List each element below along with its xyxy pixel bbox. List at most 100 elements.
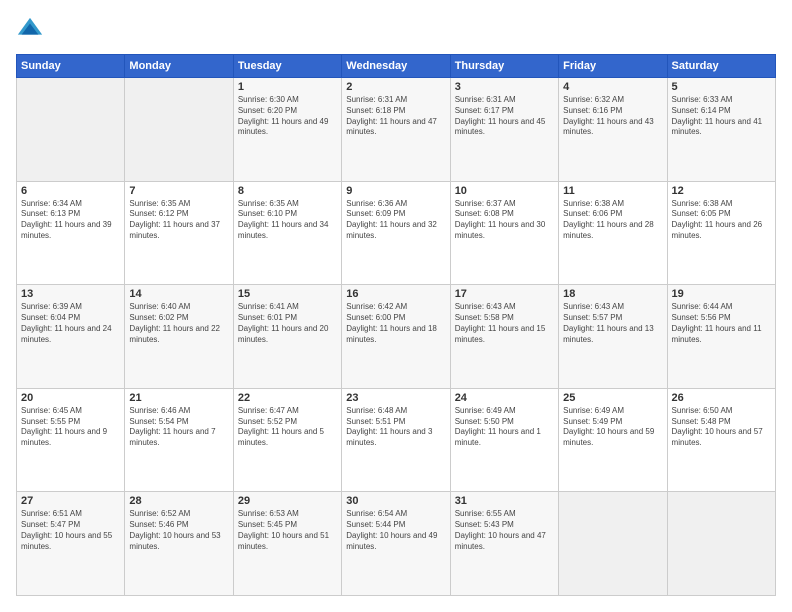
day-number: 12 [672,185,771,197]
calendar-cell: 9 Sunrise: 6:36 AM Sunset: 6:09 PM Daylig… [342,181,450,285]
day-info: Sunrise: 6:44 AM Sunset: 5:56 PM Dayligh… [672,302,771,345]
calendar-cell: 19 Sunrise: 6:44 AM Sunset: 5:56 PM Dayli… [667,285,775,389]
day-info: Sunrise: 6:35 AM Sunset: 6:10 PM Dayligh… [238,199,337,242]
calendar-cell: 22 Sunrise: 6:47 AM Sunset: 5:52 PM Dayli… [233,388,341,492]
calendar-cell [559,492,667,596]
day-info: Sunrise: 6:37 AM Sunset: 6:08 PM Dayligh… [455,199,554,242]
day-number: 2 [346,81,445,93]
calendar-cell: 14Sunrise: 6:40 AM Sunset: 6:02 PM Dayli… [125,285,233,389]
calendar-cell: 23 Sunrise: 6:48 AM Sunset: 5:51 PM Dayli… [342,388,450,492]
calendar-table: SundayMondayTuesdayWednesdayThursdayFrid… [16,54,776,596]
day-number: 15 [238,288,337,300]
header [16,16,776,44]
day-info: Sunrise: 6:39 AM Sunset: 6:04 PM Dayligh… [21,302,120,345]
day-info: Sunrise: 6:38 AM Sunset: 6:05 PM Dayligh… [672,199,771,242]
calendar-week-4: 20 Sunrise: 6:45 AM Sunset: 5:55 PM Dayli… [17,388,776,492]
calendar-cell: 16 Sunrise: 6:42 AM Sunset: 6:00 PM Dayli… [342,285,450,389]
calendar-cell [667,492,775,596]
day-info: Sunrise: 6:51 AM Sunset: 5:47 PM Dayligh… [21,509,120,552]
day-number: 16 [346,288,445,300]
day-info: Sunrise: 6:36 AM Sunset: 6:09 PM Dayligh… [346,199,445,242]
calendar-cell: 24 Sunrise: 6:49 AM Sunset: 5:50 PM Dayli… [450,388,558,492]
calendar-cell: 21Sunrise: 6:46 AM Sunset: 5:54 PM Dayli… [125,388,233,492]
calendar-cell: 20 Sunrise: 6:45 AM Sunset: 5:55 PM Dayli… [17,388,125,492]
weekday-header-friday: Friday [559,55,667,78]
day-info: Sunrise: 6:38 AM Sunset: 6:06 PM Dayligh… [563,199,662,242]
day-info: Sunrise: 6:35 AM Sunset: 6:12 PM Dayligh… [129,199,228,242]
calendar-cell: 4 Sunrise: 6:32 AM Sunset: 6:16 PM Daylig… [559,78,667,182]
calendar-header-row: SundayMondayTuesdayWednesdayThursdayFrid… [17,55,776,78]
calendar-cell [125,78,233,182]
calendar-cell: 27 Sunrise: 6:51 AM Sunset: 5:47 PM Dayli… [17,492,125,596]
day-info: Sunrise: 6:43 AM Sunset: 5:58 PM Dayligh… [455,302,554,345]
weekday-header-thursday: Thursday [450,55,558,78]
calendar-cell [17,78,125,182]
day-number: 3 [455,81,554,93]
day-info: Sunrise: 6:42 AM Sunset: 6:00 PM Dayligh… [346,302,445,345]
day-number: 20 [21,392,120,404]
day-info: Sunrise: 6:40 AM Sunset: 6:02 PM Dayligh… [129,302,228,345]
day-info: Sunrise: 6:50 AM Sunset: 5:48 PM Dayligh… [672,406,771,449]
day-info: Sunrise: 6:32 AM Sunset: 6:16 PM Dayligh… [563,95,662,138]
day-number: 22 [238,392,337,404]
day-number: 10 [455,185,554,197]
calendar-cell: 3 Sunrise: 6:31 AM Sunset: 6:17 PM Daylig… [450,78,558,182]
day-info: Sunrise: 6:43 AM Sunset: 5:57 PM Dayligh… [563,302,662,345]
day-number: 25 [563,392,662,404]
day-info: Sunrise: 6:49 AM Sunset: 5:50 PM Dayligh… [455,406,554,449]
day-info: Sunrise: 6:34 AM Sunset: 6:13 PM Dayligh… [21,199,120,242]
calendar-cell: 26 Sunrise: 6:50 AM Sunset: 5:48 PM Dayli… [667,388,775,492]
day-info: Sunrise: 6:31 AM Sunset: 6:17 PM Dayligh… [455,95,554,138]
weekday-header-monday: Monday [125,55,233,78]
calendar-cell: 15 Sunrise: 6:41 AM Sunset: 6:01 PM Dayli… [233,285,341,389]
calendar-cell: 31Sunrise: 6:55 AM Sunset: 5:43 PM Dayli… [450,492,558,596]
calendar-cell: 7 Sunrise: 6:35 AM Sunset: 6:12 PM Daylig… [125,181,233,285]
day-info: Sunrise: 6:47 AM Sunset: 5:52 PM Dayligh… [238,406,337,449]
calendar-cell: 25 Sunrise: 6:49 AM Sunset: 5:49 PM Dayli… [559,388,667,492]
calendar-week-1: 1Sunrise: 6:30 AM Sunset: 6:20 PM Daylig… [17,78,776,182]
calendar-cell: 29Sunrise: 6:53 AM Sunset: 5:45 PM Dayli… [233,492,341,596]
weekday-header-wednesday: Wednesday [342,55,450,78]
calendar-cell: 10 Sunrise: 6:37 AM Sunset: 6:08 PM Dayli… [450,181,558,285]
calendar-cell: 30Sunrise: 6:54 AM Sunset: 5:44 PM Dayli… [342,492,450,596]
day-info: Sunrise: 6:52 AM Sunset: 5:46 PM Dayligh… [129,509,228,552]
day-number: 19 [672,288,771,300]
day-number: 4 [563,81,662,93]
day-number: 13 [21,288,120,300]
day-number: 26 [672,392,771,404]
day-number: 24 [455,392,554,404]
day-number: 27 [21,495,120,507]
day-number: 17 [455,288,554,300]
page: SundayMondayTuesdayWednesdayThursdayFrid… [0,0,792,612]
day-number: 5 [672,81,771,93]
day-info: Sunrise: 6:41 AM Sunset: 6:01 PM Dayligh… [238,302,337,345]
calendar-cell: 5 Sunrise: 6:33 AM Sunset: 6:14 PM Daylig… [667,78,775,182]
day-number: 29 [238,495,337,507]
day-info: Sunrise: 6:45 AM Sunset: 5:55 PM Dayligh… [21,406,120,449]
calendar-cell: 11 Sunrise: 6:38 AM Sunset: 6:06 PM Dayli… [559,181,667,285]
day-info: Sunrise: 6:54 AM Sunset: 5:44 PM Dayligh… [346,509,445,552]
day-number: 23 [346,392,445,404]
calendar-cell: 13 Sunrise: 6:39 AM Sunset: 6:04 PM Dayli… [17,285,125,389]
day-number: 9 [346,185,445,197]
day-number: 7 [129,185,228,197]
calendar-cell: 1Sunrise: 6:30 AM Sunset: 6:20 PM Daylig… [233,78,341,182]
calendar-cell: 12 Sunrise: 6:38 AM Sunset: 6:05 PM Dayli… [667,181,775,285]
day-number: 31 [455,495,554,507]
weekday-header-saturday: Saturday [667,55,775,78]
day-number: 21 [129,392,228,404]
day-info: Sunrise: 6:49 AM Sunset: 5:49 PM Dayligh… [563,406,662,449]
calendar-cell: 17 Sunrise: 6:43 AM Sunset: 5:58 PM Dayli… [450,285,558,389]
calendar-week-2: 6 Sunrise: 6:34 AM Sunset: 6:13 PM Daylig… [17,181,776,285]
calendar-week-3: 13 Sunrise: 6:39 AM Sunset: 6:04 PM Dayli… [17,285,776,389]
weekday-header-sunday: Sunday [17,55,125,78]
weekday-header-tuesday: Tuesday [233,55,341,78]
calendar-cell: 2Sunrise: 6:31 AM Sunset: 6:18 PM Daylig… [342,78,450,182]
day-number: 18 [563,288,662,300]
day-number: 8 [238,185,337,197]
day-info: Sunrise: 6:48 AM Sunset: 5:51 PM Dayligh… [346,406,445,449]
day-number: 11 [563,185,662,197]
day-number: 6 [21,185,120,197]
day-number: 1 [238,81,337,93]
day-info: Sunrise: 6:33 AM Sunset: 6:14 PM Dayligh… [672,95,771,138]
